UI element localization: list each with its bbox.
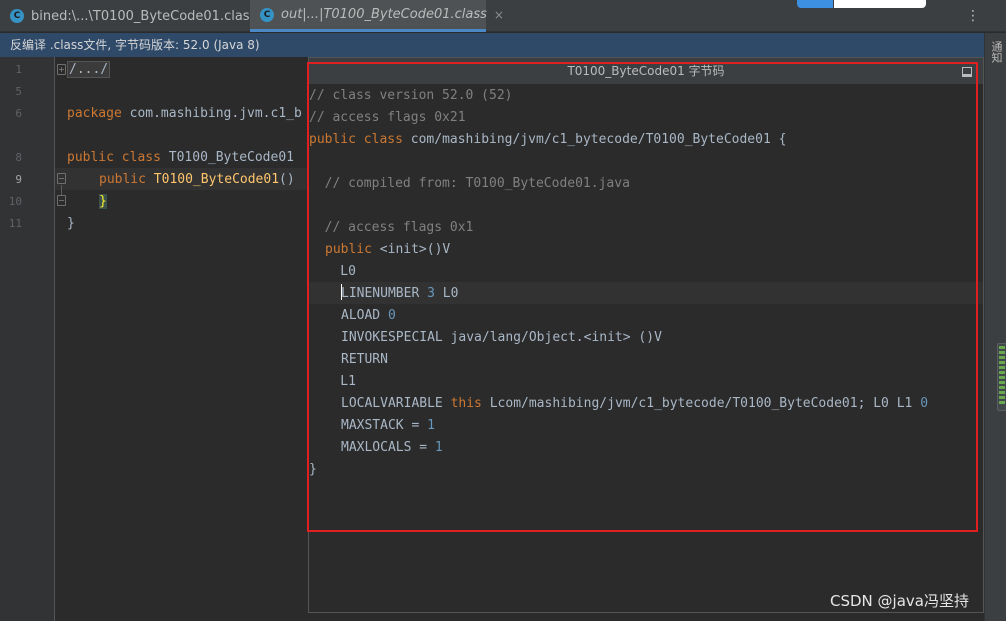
number: 1 xyxy=(427,418,435,433)
line-number: 10 xyxy=(8,195,22,208)
parens: () xyxy=(279,172,295,187)
method-signature: <init>()V xyxy=(371,242,451,257)
code-line-11[interactable]: } xyxy=(67,213,75,235)
search-field-button[interactable] xyxy=(797,0,833,8)
code-line-1[interactable]: /.../ xyxy=(67,59,111,81)
bytecode-line: MAXSTACK = 1 xyxy=(341,415,435,437)
keyword: package xyxy=(67,106,122,121)
decompiler-info-banner: 反编译 .class文件, 字节码版本: 52.0 (Java 8) xyxy=(0,33,984,57)
scroll-marker-indicator[interactable] xyxy=(997,343,1006,411)
keyword: public xyxy=(325,242,372,257)
keyword: public xyxy=(99,172,146,187)
tab-label: out|...|T0100_ByteCode01.class xyxy=(281,7,487,22)
class-descriptor: com/mashibing/jvm/c1_bytecode/T0100_Byte… xyxy=(402,132,787,147)
keyword: class xyxy=(363,132,403,147)
folded-imports[interactable]: /.../ xyxy=(67,61,111,78)
number: 1 xyxy=(434,440,443,455)
label-ref: L0 xyxy=(434,286,459,301)
pin-icon[interactable] xyxy=(962,67,972,77)
bytecode-line: // access flags 0x1 xyxy=(309,220,474,235)
tab-label: bined:\...\T0100_ByteCode01.class xyxy=(31,8,257,24)
instruction: ALOAD xyxy=(341,308,388,323)
keyword: public xyxy=(309,132,356,147)
editor-tab-bar: C bined:\...\T0100_ByteCode01.class × C … xyxy=(0,0,1006,32)
line-number-gutter: 1 5 6 8 9 10 11 xyxy=(0,57,55,621)
descriptor: Lcom/mashibing/jvm/c1_bytecode/T0100_Byt… xyxy=(481,396,921,411)
more-options-icon[interactable]: ⋮ xyxy=(966,8,980,24)
keyword: this xyxy=(450,396,482,411)
keyword: class xyxy=(121,150,161,165)
line-number: 5 xyxy=(15,85,22,98)
directive: MAXSTACK = xyxy=(341,418,428,433)
search-field[interactable] xyxy=(834,0,926,8)
class-file-icon: C xyxy=(10,9,24,23)
bytecode-line: INVOKESPECIAL java/lang/Object.<init> ()… xyxy=(341,330,662,345)
directive: MAXLOCALS = xyxy=(341,440,435,455)
fold-guide xyxy=(61,185,62,195)
fold-collapse-icon[interactable]: − xyxy=(57,173,66,184)
matched-brace: } xyxy=(99,194,107,209)
class-name: T0100_ByteCode01 xyxy=(160,150,294,165)
bytecode-label: L0 xyxy=(309,264,356,279)
line-number: 6 xyxy=(15,107,22,120)
code-line-9[interactable]: public T0100_ByteCode01() xyxy=(99,169,295,191)
bytecode-line: MAXLOCALS = 1 xyxy=(341,437,443,459)
close-icon[interactable]: × xyxy=(494,8,504,22)
code-line-8[interactable]: public class T0100_ByteCode01 xyxy=(67,147,294,169)
fold-expand-icon[interactable]: + xyxy=(57,64,66,75)
instruction: LINENUMBER xyxy=(341,286,428,301)
bytecode-line: LINENUMBER 3 L0 xyxy=(341,283,458,305)
bytecode-line: // class version 52.0 (52) xyxy=(309,88,513,103)
class-file-icon: C xyxy=(260,7,274,22)
line-number: 1 xyxy=(15,63,22,76)
popup-title[interactable]: T0100_ByteCode01 字节码 xyxy=(309,58,983,84)
constructor-name: T0100_ByteCode01 xyxy=(153,172,280,187)
number: 0 xyxy=(920,396,929,411)
bytecode-line: // compiled from: T0100_ByteCode01.java xyxy=(309,176,630,191)
bytecode-line: } xyxy=(309,462,317,477)
bytecode-line: public <init>()V xyxy=(325,239,450,261)
bytecode-line: RETURN xyxy=(341,352,388,367)
closing-brace: } xyxy=(67,216,75,231)
notifications-tool-button[interactable]: 通知 xyxy=(988,41,1004,63)
line-number: 9 xyxy=(15,173,22,186)
package-name: com.mashibing.jvm.c1_b xyxy=(121,106,302,121)
bytecode-viewer-popup[interactable]: T0100_ByteCode01 字节码 // class version 52… xyxy=(308,57,984,613)
bytecode-line: public class com/mashibing/jvm/c1_byteco… xyxy=(309,129,786,151)
bytecode-line: LOCALVARIABLE this Lcom/mashibing/jvm/c1… xyxy=(341,393,928,415)
right-tool-strip: 通知 xyxy=(984,33,1006,621)
bytecode-line: ALOAD 0 xyxy=(341,305,396,327)
code-line-10[interactable]: } xyxy=(99,191,107,213)
code-line-6[interactable]: package com.mashibing.jvm.c1_b xyxy=(67,103,302,125)
fold-collapse-icon[interactable]: − xyxy=(57,195,66,206)
tab-bined-class[interactable]: C bined:\...\T0100_ByteCode01.class × xyxy=(0,0,273,32)
tab-out-class[interactable]: C out|...|T0100_ByteCode01.class × xyxy=(250,0,504,32)
line-number: 8 xyxy=(15,151,22,164)
line-number: 11 xyxy=(8,217,22,230)
keyword: public xyxy=(67,150,114,165)
bytecode-line: // access flags 0x21 xyxy=(309,110,466,125)
instruction: LOCALVARIABLE xyxy=(341,396,451,411)
number: 0 xyxy=(387,308,396,323)
bytecode-label: L1 xyxy=(309,374,356,389)
number: 3 xyxy=(427,286,435,301)
watermark: CSDN @java冯坚持 xyxy=(830,592,969,610)
